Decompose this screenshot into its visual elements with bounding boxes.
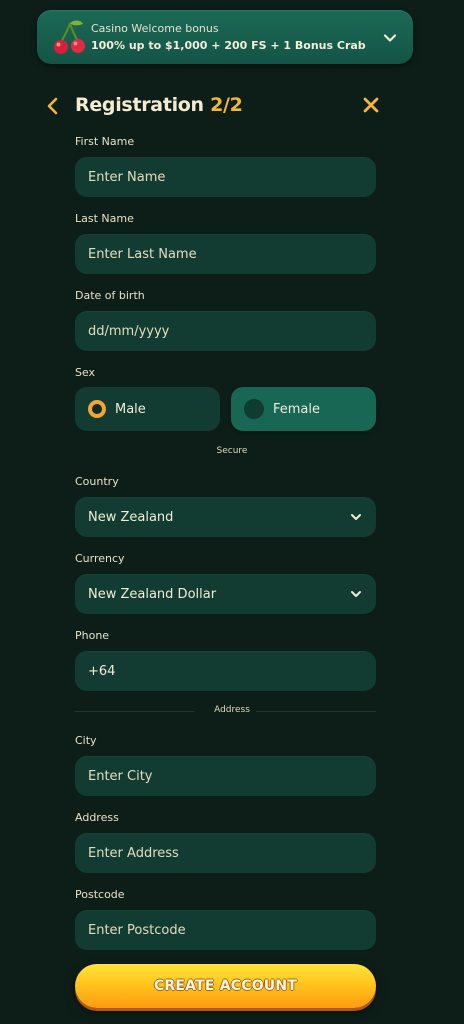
- first-name-label: First Name: [75, 135, 135, 148]
- city-input[interactable]: Enter City: [75, 756, 376, 796]
- currency-value: New Zealand Dollar: [88, 586, 217, 602]
- phone-input[interactable]: +64: [75, 651, 376, 691]
- divider-line-right: [256, 711, 376, 712]
- phone-label: Phone: [75, 629, 110, 642]
- postcode-input[interactable]: Enter Postcode: [75, 910, 376, 950]
- address-divider: Address: [214, 705, 250, 715]
- chevron-down-icon: [350, 511, 362, 523]
- last-name-input[interactable]: Enter Last Name: [75, 234, 376, 274]
- chevron-left-icon[interactable]: [46, 97, 60, 115]
- chevron-down-icon: [350, 588, 362, 600]
- secure-divider: Secure: [216, 446, 248, 456]
- page-title: Registration 2/2: [75, 94, 243, 116]
- radio-unselected: [244, 399, 264, 419]
- registration-header: Registration 2/2: [40, 94, 380, 120]
- sex-label: Sex: [75, 366, 96, 379]
- male-label: Male: [115, 401, 146, 417]
- sex-option-female[interactable]: Female: [231, 387, 376, 431]
- title-step: 2/2: [210, 94, 243, 116]
- bonus-title: Casino Welcome bonus: [91, 22, 219, 35]
- address-label: Address: [75, 811, 119, 824]
- welcome-bonus-banner[interactable]: Casino Welcome bonus 100% up to $1,000 +…: [37, 10, 413, 64]
- country-select[interactable]: New Zealand: [75, 497, 376, 537]
- cherry-icon: [51, 17, 87, 57]
- dob-input[interactable]: dd/mm/yyyy: [75, 311, 376, 351]
- create-account-button[interactable]: CREATE ACCOUNT: [75, 964, 376, 1008]
- sex-option-male[interactable]: Male: [75, 387, 220, 431]
- bonus-offer: 100% up to $1,000 + 200 FS + 1 Bonus Cra…: [91, 39, 366, 52]
- country-value: New Zealand: [88, 509, 174, 525]
- city-label: City: [75, 734, 97, 747]
- currency-select[interactable]: New Zealand Dollar: [75, 574, 376, 614]
- chevron-down-icon[interactable]: [383, 30, 397, 44]
- country-label: Country: [75, 475, 119, 488]
- dob-label: Date of birth: [75, 289, 145, 302]
- last-name-label: Last Name: [75, 212, 134, 225]
- currency-label: Currency: [75, 552, 125, 565]
- first-name-input[interactable]: Enter Name: [75, 157, 376, 197]
- close-icon[interactable]: [362, 96, 380, 114]
- address-input[interactable]: Enter Address: [75, 833, 376, 873]
- postcode-label: Postcode: [75, 888, 125, 901]
- radio-selected: [88, 400, 106, 418]
- title-text: Registration: [75, 94, 211, 116]
- female-label: Female: [273, 401, 321, 417]
